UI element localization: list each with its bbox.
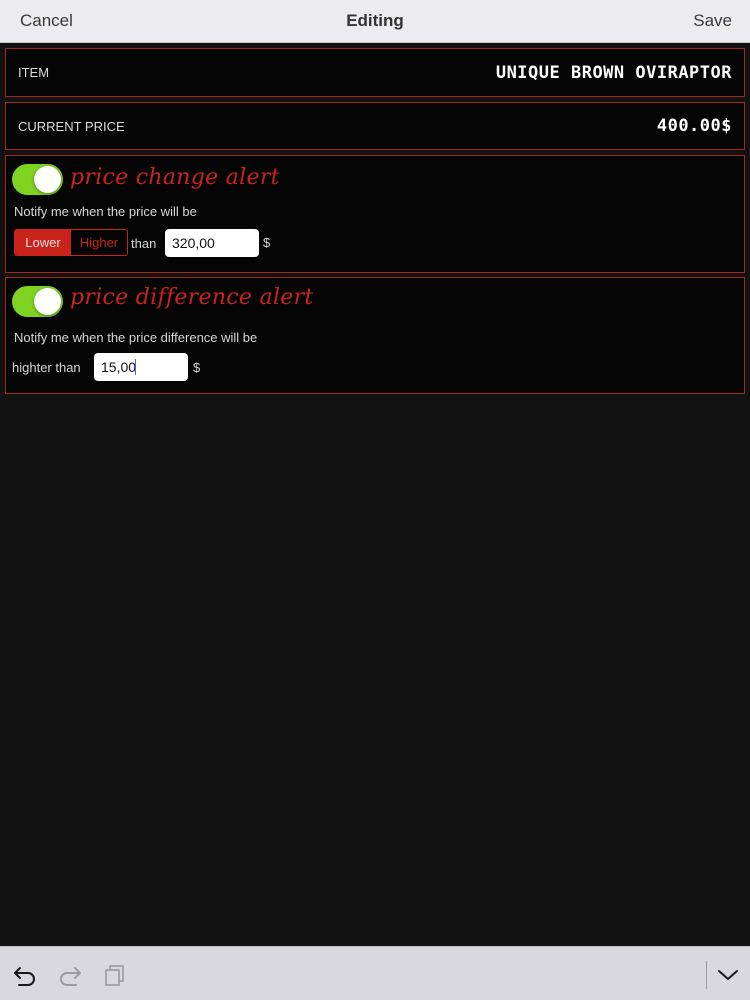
price-change-description: Notify me when the price will be xyxy=(14,204,197,219)
price-threshold-input[interactable] xyxy=(165,229,259,257)
price-change-alert-panel: price change alert Notify me when the pr… xyxy=(5,155,745,273)
redo-button[interactable] xyxy=(56,961,84,989)
save-button[interactable]: Save xyxy=(693,11,732,31)
item-row: ITEM UNIQUE BROWN OVIRAPTOR xyxy=(5,48,745,97)
higher-than-label: highter than xyxy=(12,360,81,375)
dismiss-keyboard-button[interactable] xyxy=(714,961,742,989)
lower-higher-segmented-control: Lower Higher xyxy=(14,229,128,256)
page-title: Editing xyxy=(346,11,404,30)
cancel-button[interactable]: Cancel xyxy=(20,11,73,31)
text-caret xyxy=(135,359,136,375)
item-value: UNIQUE BROWN OVIRAPTOR xyxy=(495,62,732,83)
price-difference-alert-toggle[interactable] xyxy=(12,286,63,317)
undo-icon xyxy=(14,967,35,986)
price-difference-input[interactable] xyxy=(94,353,188,381)
price-difference-description: Notify me when the price difference will… xyxy=(14,330,258,345)
toolbar-divider xyxy=(706,961,707,989)
current-price-label: CURRENT PRICE xyxy=(18,118,125,134)
segment-higher[interactable]: Higher xyxy=(71,230,127,255)
toggle-knob xyxy=(34,166,61,193)
currency-symbol: $ xyxy=(193,360,201,375)
current-price-row: CURRENT PRICE 400.00$ xyxy=(5,102,745,150)
undo-button[interactable] xyxy=(11,961,39,989)
price-difference-alert-title: price difference alert xyxy=(70,285,314,310)
clipboard-icon xyxy=(105,965,124,986)
item-label: ITEM xyxy=(18,65,50,80)
than-label: than xyxy=(131,236,157,251)
segment-lower[interactable]: Lower xyxy=(15,230,71,255)
paste-button[interactable] xyxy=(101,961,129,989)
price-change-alert-title: price change alert xyxy=(70,165,280,190)
price-change-alert-toggle[interactable] xyxy=(12,164,63,195)
price-difference-alert-panel: price difference alert Notify me when th… xyxy=(5,277,745,394)
keyboard-toolbar xyxy=(0,946,750,1000)
navigation-bar: Cancel Editing Save xyxy=(0,0,750,43)
redo-icon xyxy=(60,967,81,986)
toggle-knob xyxy=(34,288,61,315)
currency-symbol: $ xyxy=(263,235,271,250)
chevron-down-icon xyxy=(718,970,738,980)
current-price-value: 400.00$ xyxy=(656,116,732,136)
